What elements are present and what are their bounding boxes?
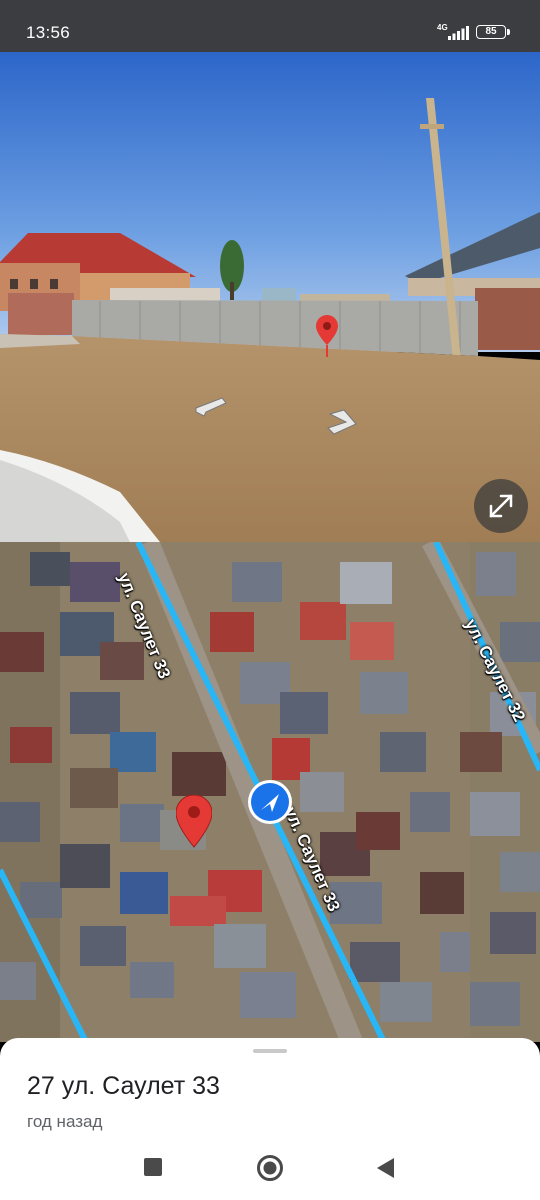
- circle-icon: [257, 1155, 283, 1181]
- place-sheet[interactable]: 27 ул. Саулет 33 год назад: [0, 1038, 540, 1200]
- place-title: 27 ул. Саулет 33: [27, 1072, 220, 1100]
- map-pin-icon[interactable]: [176, 795, 212, 849]
- battery-indicator: 85: [476, 25, 510, 39]
- expand-icon: [489, 494, 513, 518]
- back-button[interactable]: [374, 1156, 398, 1180]
- expand-button[interactable]: [474, 479, 528, 533]
- sheet-drag-handle[interactable]: [253, 1049, 287, 1053]
- location-arrow-icon[interactable]: [246, 778, 294, 826]
- street-view-image: [0, 52, 540, 542]
- map-pin-icon: [316, 315, 338, 357]
- status-bar: 13:56 4G 85: [0, 0, 540, 52]
- square-icon: [144, 1158, 162, 1176]
- status-time: 13:56: [26, 23, 71, 42]
- triangle-back-icon: [377, 1158, 394, 1178]
- recents-button[interactable]: [142, 1156, 164, 1178]
- network-type: 4G: [437, 23, 448, 32]
- signal-icon: [448, 26, 469, 40]
- home-button[interactable]: [256, 1154, 284, 1182]
- place-date: год назад: [27, 1112, 103, 1131]
- satellite-map[interactable]: ул. Саулет 33 ул. Саулет 33 ул. Саулет 3…: [0, 542, 540, 1042]
- street-view-panorama[interactable]: [0, 52, 540, 542]
